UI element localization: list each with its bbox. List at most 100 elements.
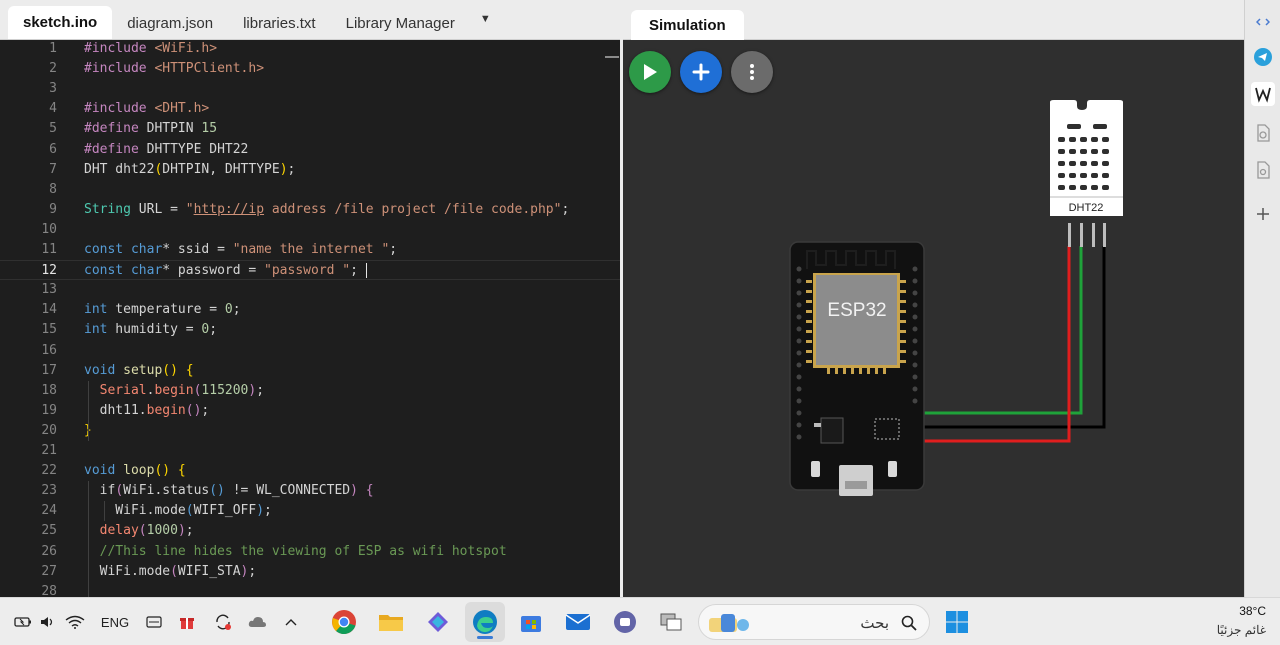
code-text: DHT dht22(DHTPIN, DHTTYPE);	[84, 161, 296, 177]
document-search-icon[interactable]	[1251, 158, 1275, 182]
volume-icon[interactable]	[37, 598, 59, 645]
sync-icon[interactable]	[211, 598, 235, 645]
dht22-sensor[interactable]: DHT22	[1050, 100, 1123, 247]
language-indicator[interactable]: ENG	[96, 598, 134, 645]
editor-scrollbar[interactable]	[605, 56, 619, 58]
code-text: #include <WiFi.h>	[84, 41, 218, 56]
search-icon	[901, 615, 917, 631]
code-text: WiFi.mode(WIFI_STA);	[84, 563, 257, 579]
wire-bundle[interactable]	[915, 246, 1106, 443]
code-line[interactable]: 22 void loop() {	[0, 461, 620, 481]
wokwi-icon[interactable]	[1251, 82, 1275, 106]
code-line[interactable]: 20}	[0, 421, 620, 441]
taskbar-search-box[interactable]: بحث	[698, 604, 930, 640]
tab-diagram-json[interactable]: diagram.json	[112, 7, 228, 39]
document-settings-icon[interactable]	[1251, 121, 1275, 145]
code-line[interactable]: 3	[0, 79, 620, 99]
wire-green[interactable]	[915, 246, 1083, 415]
vertical-dots-icon	[750, 64, 754, 80]
code-text: #define DHTTYPE DHT22	[84, 141, 249, 157]
battery-icon[interactable]	[12, 598, 34, 645]
circuit-canvas[interactable]: ESP32 DHT22	[623, 40, 1244, 597]
tab-library-manager[interactable]: Library Manager	[331, 7, 470, 39]
cloud-icon[interactable]	[245, 598, 269, 645]
line-number: 28	[41, 583, 57, 597]
right-side-rail	[1244, 0, 1280, 597]
more-options-button[interactable]	[731, 51, 773, 93]
weather-description[interactable]: غائم جزئيًا	[1217, 623, 1266, 637]
chrome-icon[interactable]	[326, 598, 362, 645]
indent-guide	[104, 501, 105, 522]
code-text: int humidity = 0;	[84, 322, 218, 338]
line-number: 23	[41, 483, 57, 499]
line-number: 12	[41, 263, 57, 279]
code-line[interactable]: 9 String URL = "http://ip address /file p…	[0, 200, 620, 220]
esp32-board[interactable]: ESP32	[789, 241, 925, 496]
code-line[interactable]: 6 #define DHTTYPE DHT22	[0, 140, 620, 160]
code-line[interactable]: 16	[0, 341, 620, 361]
mail-icon[interactable]	[560, 598, 596, 645]
code-line[interactable]: 5 #define DHTPIN 15	[0, 119, 620, 139]
tab-sketch-ino[interactable]: sketch.ino	[8, 6, 113, 39]
windows-taskbar: ENG بحث 38°C غائم جزئيًا	[0, 597, 1280, 645]
line-number: 19	[41, 402, 57, 418]
dht22-label: DHT22	[1069, 202, 1104, 214]
rail-expand-icon[interactable]	[1251, 10, 1275, 34]
windows-start-icon[interactable]	[940, 598, 974, 645]
tab-libraries-txt[interactable]: libraries.txt	[228, 7, 331, 39]
start-simulation-button[interactable]	[629, 51, 671, 93]
code-line[interactable]: 12 const char* password = "password ";	[0, 260, 620, 281]
code-line[interactable]: 27 WiFi.mode(WIFI_STA);	[0, 562, 620, 582]
telegram-icon[interactable]	[1251, 45, 1275, 69]
wifi-icon[interactable]	[63, 598, 87, 645]
add-part-button[interactable]	[680, 51, 722, 93]
file-explorer-icon[interactable]	[373, 598, 409, 645]
edge-icon[interactable]	[465, 602, 505, 642]
code-area[interactable]: 1 #include <WiFi.h> 2 #include <HTTPClient.…	[0, 40, 620, 597]
code-line[interactable]: 28	[0, 582, 620, 597]
code-line[interactable]: 1 #include <WiFi.h>	[0, 40, 620, 59]
code-line[interactable]: 2 #include <HTTPClient.h>	[0, 59, 620, 79]
reset-button[interactable]	[811, 461, 820, 477]
teams-icon[interactable]	[607, 598, 643, 645]
add-panel-icon[interactable]	[1251, 202, 1275, 226]
code-line[interactable]: 8	[0, 180, 620, 200]
code-line[interactable]: 15 int humidity = 0;	[0, 320, 620, 340]
code-line[interactable]: 24 WiFi.mode(WIFI_OFF);	[0, 501, 620, 521]
line-number: 24	[41, 503, 57, 519]
code-text: delay(1000);	[99, 523, 194, 539]
line-number: 21	[41, 443, 57, 458]
code-line[interactable]: 26 //This line hides the viewing of ESP …	[0, 542, 620, 562]
left-header-pins	[796, 266, 802, 440]
copilot-icon[interactable]	[420, 598, 456, 645]
gift-icon[interactable]	[176, 598, 198, 645]
line-number: 27	[41, 563, 57, 579]
line-number: 2	[49, 61, 57, 77]
line-number: 15	[41, 322, 57, 338]
keyboard-icon[interactable]	[143, 598, 165, 645]
code-line[interactable]: 11 const char* ssid = "name the internet …	[0, 240, 620, 260]
play-icon	[644, 64, 657, 80]
code-line[interactable]: 10	[0, 220, 620, 240]
code-line[interactable]: 14 int temperature = 0;	[0, 300, 620, 320]
code-line[interactable]: 23 if(WiFi.status() != WL_CONNECTED) {	[0, 481, 620, 501]
tabs-dropdown-button[interactable]: ▼	[470, 7, 501, 39]
line-number: 17	[41, 362, 57, 378]
code-line[interactable]: 18 Serial.begin(115200);	[0, 381, 620, 401]
code-line[interactable]: 7 DHT dht22(DHTPIN, DHTTYPE);	[0, 160, 620, 180]
line-number: 10	[41, 221, 57, 237]
code-line[interactable]: 25 delay(1000);	[0, 521, 620, 541]
code-text: const char* password = "password ";	[84, 263, 367, 279]
code-line[interactable]: 21	[0, 441, 620, 461]
chevron-up-icon[interactable]	[280, 598, 302, 645]
store-icon[interactable]	[513, 598, 549, 645]
wire-black[interactable]	[915, 246, 1106, 429]
boot-button[interactable]	[888, 461, 897, 477]
code-line[interactable]: 17 void setup() {	[0, 361, 620, 381]
code-line[interactable]: 13	[0, 280, 620, 300]
task-view-icon[interactable]	[653, 598, 689, 645]
tab-simulation[interactable]: Simulation	[631, 10, 744, 40]
weather-temperature[interactable]: 38°C	[1239, 604, 1266, 618]
code-line[interactable]: 19 dht11.begin();	[0, 401, 620, 421]
code-line[interactable]: 4 #include <DHT.h>	[0, 99, 620, 119]
